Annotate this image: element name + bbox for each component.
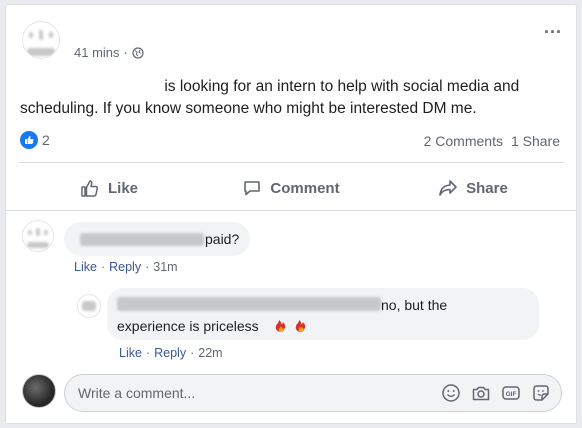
comment-input[interactable] (78, 385, 418, 401)
gif-icon[interactable]: GIF (501, 383, 521, 403)
comment-bubble: paid? (64, 222, 250, 256)
globe-icon (132, 46, 144, 59)
redacted-author[interactable] (20, 79, 160, 94)
reply-text-line1: no, but the (381, 297, 448, 313)
svg-text:GIF: GIF (506, 391, 517, 398)
comment-button[interactable]: Comment (200, 169, 382, 207)
reply-reply-link[interactable]: Reply (154, 346, 186, 360)
reply-bubble: no, but the experience is priceless (107, 288, 539, 340)
current-user-avatar[interactable] (22, 374, 56, 408)
reply-meta: Like · Reply · 22m (119, 346, 223, 360)
post-body: is looking for an intern to help with so… (20, 78, 520, 117)
reactions-summary[interactable]: 2 (20, 131, 50, 149)
divider (18, 162, 564, 163)
post-author-avatar[interactable] (22, 21, 60, 59)
emoji-icon[interactable] (441, 383, 461, 403)
redacted-reply-name[interactable] (117, 297, 381, 311)
commenter-avatar[interactable] (22, 220, 54, 252)
comment-icon (244, 181, 261, 196)
more-options-icon[interactable]: ... (544, 18, 562, 36)
post-card: 41 mins · ... is looking for an intern t… (5, 4, 577, 424)
composer-tools: GIF (441, 383, 551, 403)
engagement-counts: 2 Comments 1 Share (424, 133, 560, 149)
camera-icon[interactable] (471, 383, 491, 403)
comment-composer[interactable]: GIF (64, 374, 562, 412)
redacted-commenter-name[interactable] (80, 233, 204, 246)
comments-count-link[interactable]: 2 Comments (424, 133, 503, 149)
post-timestamp[interactable]: 41 mins · (74, 45, 144, 60)
sticker-icon[interactable] (531, 383, 551, 403)
share-icon (439, 180, 457, 196)
reply-text-line2: experience is priceless (117, 318, 259, 334)
reaction-count: 2 (42, 132, 50, 148)
comment-like-link[interactable]: Like (74, 260, 97, 274)
share-button[interactable]: Share (382, 169, 564, 207)
comment-text: paid? (205, 231, 240, 247)
reply-like-link[interactable]: Like (119, 346, 142, 360)
post-time[interactable]: 41 mins (74, 45, 120, 60)
reply-avatar[interactable] (77, 294, 101, 318)
thumbs-up-reaction-icon (20, 131, 38, 149)
post-actions: Like Comment Share (18, 169, 564, 207)
fire-emoji-icon (275, 320, 306, 332)
comment-reply-link[interactable]: Reply (109, 260, 141, 274)
comment-time[interactable]: 31m (153, 260, 177, 274)
thumbs-up-icon (81, 180, 99, 197)
comment-meta: Like · Reply · 31m (74, 260, 178, 274)
reply-time[interactable]: 22m (198, 346, 222, 360)
like-button[interactable]: Like (18, 169, 200, 207)
shares-count-link[interactable]: 1 Share (511, 133, 560, 149)
